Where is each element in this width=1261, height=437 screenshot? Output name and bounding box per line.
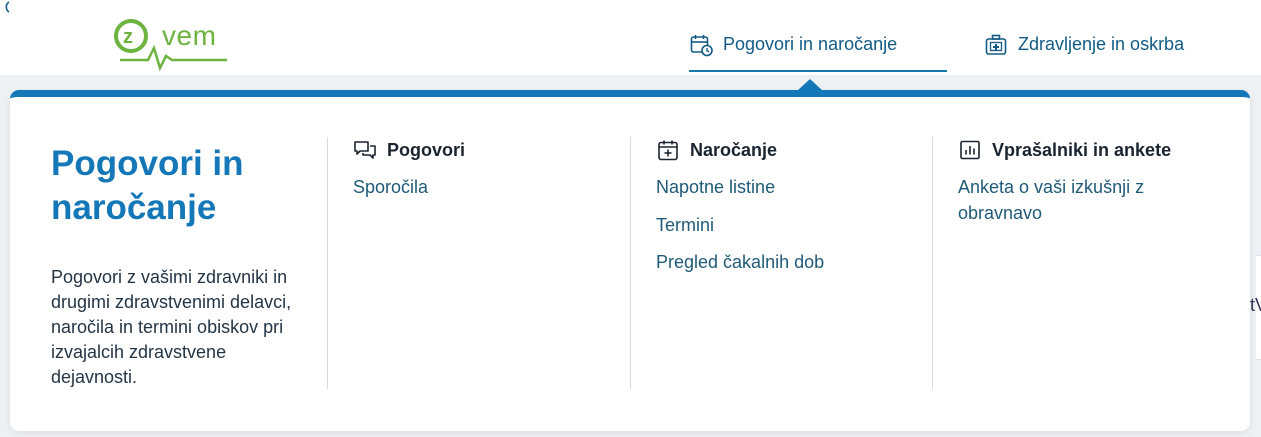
column-header: Naročanje bbox=[656, 138, 896, 162]
menu-column-pogovori: Pogovori Sporočila bbox=[353, 138, 593, 212]
menu-title: Pogovori in naročanje bbox=[51, 144, 244, 227]
background-peek-text: tV bbox=[1250, 295, 1261, 315]
mega-menu: Pogovori in naročanje Pogovori z vašimi … bbox=[10, 90, 1250, 431]
menu-link-anketa[interactable]: Anketa o vaši izkušnji z obravnavo bbox=[958, 174, 1188, 226]
column-header: Vprašalniki in ankete bbox=[958, 138, 1188, 162]
nav-next-icon[interactable] bbox=[0, 0, 10, 14]
medical-kit-icon bbox=[985, 34, 1007, 55]
menu-link-cakalne-dobe[interactable]: Pregled čakalnih dob bbox=[656, 249, 896, 275]
chat-bubbles-icon bbox=[354, 141, 376, 159]
menu-link-napotne-listine[interactable]: Napotne listine bbox=[656, 174, 896, 200]
column-title: Pogovori bbox=[387, 139, 466, 160]
menu-column-vprasalniki: Vprašalniki in ankete Anketa o vaši izku… bbox=[958, 138, 1188, 238]
menu-link-sporocila[interactable]: Sporočila bbox=[353, 174, 593, 200]
column-divider bbox=[630, 137, 631, 389]
column-divider bbox=[932, 137, 933, 389]
calendar-clock-icon bbox=[690, 35, 713, 57]
nav-tab-label: Pogovori in naročanje bbox=[723, 34, 898, 54]
column-title: Naročanje bbox=[690, 139, 778, 160]
column-divider bbox=[327, 137, 328, 389]
menu-description: Pogovori z vašimi zdravniki in drugimi z… bbox=[51, 267, 292, 387]
nav-tab-zdravljenje[interactable]: Zdravljenje in oskrba bbox=[984, 34, 1184, 72]
logo-text[interactable]: vem bbox=[162, 20, 216, 52]
site-header: z vem Pogovori in naročanje Zdravljenje … bbox=[0, 0, 1261, 75]
nav-tab-pogovori[interactable]: Pogovori in naročanje bbox=[689, 34, 947, 72]
bar-chart-icon bbox=[960, 140, 980, 160]
column-header: Pogovori bbox=[353, 138, 593, 162]
logo-badge-letter: z bbox=[123, 26, 133, 48]
menu-column-narocanje: Naročanje Napotne listine Termini Pregle… bbox=[656, 138, 896, 287]
column-title: Vprašalniki in ankete bbox=[992, 139, 1172, 160]
menu-link-termini[interactable]: Termini bbox=[656, 212, 896, 238]
calendar-plus-icon bbox=[658, 140, 678, 161]
nav-tab-label: Zdravljenje in oskrba bbox=[1018, 34, 1185, 54]
